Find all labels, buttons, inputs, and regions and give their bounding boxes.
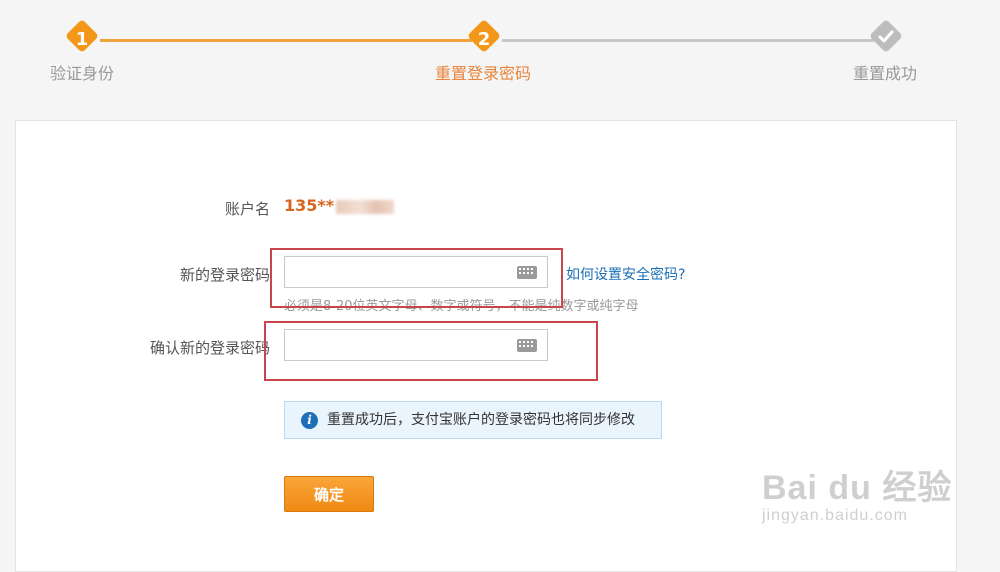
step-progress: 1 验证身份 2 重置登录密码 重置成功: [0, 0, 1000, 100]
progress-line-pending: [502, 39, 874, 42]
highlight-box-new-password: [270, 248, 563, 308]
step-1-label: 验证身份: [50, 64, 115, 83]
sync-notice-text: 重置成功后，支付宝账户的登录密码也将同步修改: [327, 412, 635, 428]
masked-account-blur: [336, 199, 395, 214]
step-3-label: 重置成功: [853, 64, 918, 83]
progress-line-completed: [100, 39, 472, 42]
account-label: 账户名: [224, 200, 270, 218]
baidu-jingyan-watermark: Bai du 经验 jingyan.baidu.com: [762, 460, 952, 525]
account-value: 135**: [284, 196, 395, 215]
new-password-label: 新的登录密码: [179, 266, 270, 284]
step-2-number: 2: [477, 29, 491, 50]
watermark-main: Bai du 经验: [762, 469, 953, 507]
confirm-password-label: 确认新的登录密码: [149, 339, 270, 357]
sync-notice: i 重置成功后，支付宝账户的登录密码也将同步修改: [284, 401, 662, 439]
info-icon: i: [301, 412, 318, 429]
step-2-label: 重置登录密码: [435, 64, 532, 83]
check-icon: [878, 30, 894, 43]
password-help-link[interactable]: 如何设置安全密码?: [566, 264, 685, 284]
watermark-sub: jingyan.baidu.com: [762, 507, 908, 524]
confirm-button[interactable]: 确定: [284, 476, 374, 512]
highlight-box-confirm-password: [264, 321, 598, 381]
step-1-number: 1: [75, 29, 89, 50]
